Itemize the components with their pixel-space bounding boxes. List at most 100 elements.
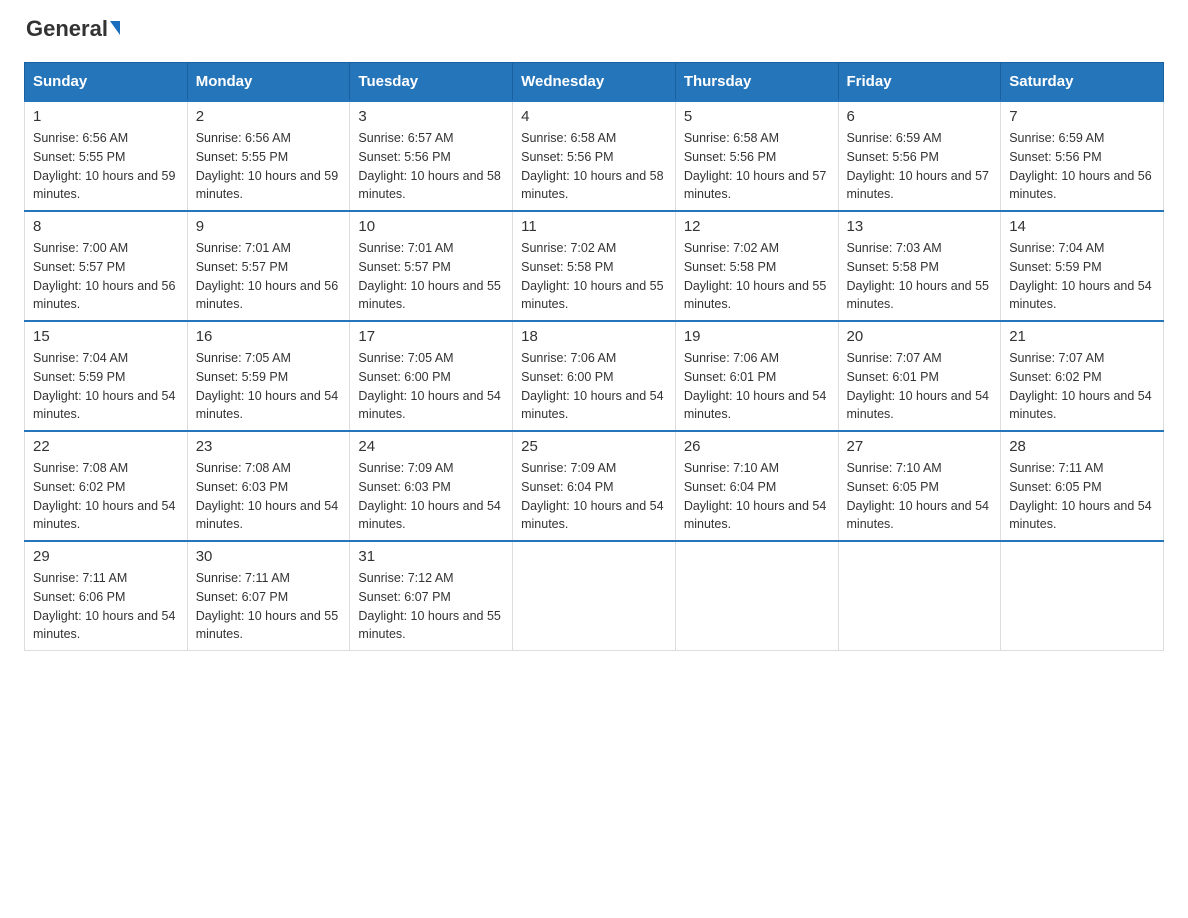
sunset-label: Sunset: 5:58 PM: [847, 260, 939, 274]
sunrise-label: Sunrise: 6:58 AM: [521, 131, 616, 145]
weekday-header-tuesday: Tuesday: [350, 63, 513, 102]
sunrise-label: Sunrise: 7:04 AM: [33, 351, 128, 365]
day-info: Sunrise: 7:07 AM Sunset: 6:02 PM Dayligh…: [1009, 349, 1155, 424]
calendar-cell: [838, 541, 1001, 651]
sunset-label: Sunset: 5:56 PM: [521, 150, 613, 164]
day-number: 19: [684, 328, 830, 345]
daylight-label: Daylight: 10 hours and 56 minutes.: [33, 279, 175, 312]
sunrise-label: Sunrise: 7:11 AM: [196, 571, 290, 585]
daylight-label: Daylight: 10 hours and 55 minutes.: [358, 279, 500, 312]
day-number: 30: [196, 548, 342, 565]
daylight-label: Daylight: 10 hours and 54 minutes.: [358, 389, 500, 422]
sunset-label: Sunset: 6:07 PM: [196, 590, 288, 604]
daylight-label: Daylight: 10 hours and 54 minutes.: [196, 389, 338, 422]
weekday-header-saturday: Saturday: [1001, 63, 1164, 102]
logo-general-text2: General: [26, 16, 108, 42]
day-info: Sunrise: 7:06 AM Sunset: 6:00 PM Dayligh…: [521, 349, 667, 424]
calendar-week-3: 15 Sunrise: 7:04 AM Sunset: 5:59 PM Dayl…: [25, 321, 1164, 431]
sunrise-label: Sunrise: 7:08 AM: [33, 461, 128, 475]
day-number: 11: [521, 218, 667, 235]
daylight-label: Daylight: 10 hours and 55 minutes.: [358, 609, 500, 642]
day-info: Sunrise: 7:02 AM Sunset: 5:58 PM Dayligh…: [684, 239, 830, 314]
daylight-label: Daylight: 10 hours and 54 minutes.: [1009, 279, 1151, 312]
day-info: Sunrise: 6:58 AM Sunset: 5:56 PM Dayligh…: [521, 129, 667, 204]
sunset-label: Sunset: 5:56 PM: [1009, 150, 1101, 164]
day-number: 5: [684, 108, 830, 125]
calendar-cell: 25 Sunrise: 7:09 AM Sunset: 6:04 PM Dayl…: [513, 431, 676, 541]
daylight-label: Daylight: 10 hours and 55 minutes.: [684, 279, 826, 312]
weekday-header-sunday: Sunday: [25, 63, 188, 102]
sunrise-label: Sunrise: 7:11 AM: [1009, 461, 1103, 475]
day-number: 26: [684, 438, 830, 455]
day-info: Sunrise: 7:01 AM Sunset: 5:57 PM Dayligh…: [358, 239, 504, 314]
day-info: Sunrise: 7:11 AM Sunset: 6:06 PM Dayligh…: [33, 569, 179, 644]
calendar-header-row: SundayMondayTuesdayWednesdayThursdayFrid…: [25, 63, 1164, 102]
calendar-table: SundayMondayTuesdayWednesdayThursdayFrid…: [24, 62, 1164, 651]
daylight-label: Daylight: 10 hours and 58 minutes.: [358, 169, 500, 202]
weekday-header-wednesday: Wednesday: [513, 63, 676, 102]
day-number: 2: [196, 108, 342, 125]
sunrise-label: Sunrise: 7:06 AM: [684, 351, 779, 365]
day-number: 10: [358, 218, 504, 235]
day-info: Sunrise: 7:10 AM Sunset: 6:05 PM Dayligh…: [847, 459, 993, 534]
day-info: Sunrise: 7:09 AM Sunset: 6:03 PM Dayligh…: [358, 459, 504, 534]
day-number: 29: [33, 548, 179, 565]
day-number: 6: [847, 108, 993, 125]
sunrise-label: Sunrise: 7:10 AM: [684, 461, 779, 475]
day-number: 8: [33, 218, 179, 235]
day-number: 25: [521, 438, 667, 455]
sunset-label: Sunset: 6:02 PM: [33, 480, 125, 494]
daylight-label: Daylight: 10 hours and 55 minutes.: [847, 279, 989, 312]
sunrise-label: Sunrise: 7:00 AM: [33, 241, 128, 255]
day-number: 12: [684, 218, 830, 235]
sunset-label: Sunset: 6:04 PM: [521, 480, 613, 494]
sunset-label: Sunset: 6:00 PM: [521, 370, 613, 384]
sunrise-label: Sunrise: 7:08 AM: [196, 461, 291, 475]
sunset-label: Sunset: 5:55 PM: [33, 150, 125, 164]
day-info: Sunrise: 7:06 AM Sunset: 6:01 PM Dayligh…: [684, 349, 830, 424]
sunset-label: Sunset: 6:06 PM: [33, 590, 125, 604]
calendar-cell: 6 Sunrise: 6:59 AM Sunset: 5:56 PM Dayli…: [838, 101, 1001, 211]
daylight-label: Daylight: 10 hours and 54 minutes.: [1009, 499, 1151, 532]
daylight-label: Daylight: 10 hours and 54 minutes.: [847, 499, 989, 532]
day-info: Sunrise: 6:59 AM Sunset: 5:56 PM Dayligh…: [847, 129, 993, 204]
calendar-cell: 30 Sunrise: 7:11 AM Sunset: 6:07 PM Dayl…: [187, 541, 350, 651]
daylight-label: Daylight: 10 hours and 54 minutes.: [196, 499, 338, 532]
calendar-cell: 28 Sunrise: 7:11 AM Sunset: 6:05 PM Dayl…: [1001, 431, 1164, 541]
day-number: 9: [196, 218, 342, 235]
daylight-label: Daylight: 10 hours and 54 minutes.: [684, 499, 826, 532]
sunrise-label: Sunrise: 7:10 AM: [847, 461, 942, 475]
day-number: 18: [521, 328, 667, 345]
sunrise-label: Sunrise: 7:09 AM: [521, 461, 616, 475]
day-info: Sunrise: 6:56 AM Sunset: 5:55 PM Dayligh…: [33, 129, 179, 204]
sunrise-label: Sunrise: 7:04 AM: [1009, 241, 1104, 255]
daylight-label: Daylight: 10 hours and 56 minutes.: [196, 279, 338, 312]
day-number: 13: [847, 218, 993, 235]
day-info: Sunrise: 7:11 AM Sunset: 6:07 PM Dayligh…: [196, 569, 342, 644]
day-info: Sunrise: 7:02 AM Sunset: 5:58 PM Dayligh…: [521, 239, 667, 314]
daylight-label: Daylight: 10 hours and 54 minutes.: [33, 499, 175, 532]
sunrise-label: Sunrise: 6:59 AM: [1009, 131, 1104, 145]
calendar-cell: 27 Sunrise: 7:10 AM Sunset: 6:05 PM Dayl…: [838, 431, 1001, 541]
weekday-header-friday: Friday: [838, 63, 1001, 102]
sunset-label: Sunset: 6:04 PM: [684, 480, 776, 494]
calendar-cell: [675, 541, 838, 651]
calendar-cell: [1001, 541, 1164, 651]
calendar-cell: 15 Sunrise: 7:04 AM Sunset: 5:59 PM Dayl…: [25, 321, 188, 431]
calendar-week-4: 22 Sunrise: 7:08 AM Sunset: 6:02 PM Dayl…: [25, 431, 1164, 541]
day-number: 17: [358, 328, 504, 345]
sunrise-label: Sunrise: 7:05 AM: [358, 351, 453, 365]
page-header: General: [24, 24, 1164, 42]
day-info: Sunrise: 7:03 AM Sunset: 5:58 PM Dayligh…: [847, 239, 993, 314]
calendar-cell: 17 Sunrise: 7:05 AM Sunset: 6:00 PM Dayl…: [350, 321, 513, 431]
day-info: Sunrise: 7:12 AM Sunset: 6:07 PM Dayligh…: [358, 569, 504, 644]
day-info: Sunrise: 7:05 AM Sunset: 6:00 PM Dayligh…: [358, 349, 504, 424]
daylight-label: Daylight: 10 hours and 59 minutes.: [33, 169, 175, 202]
sunset-label: Sunset: 5:57 PM: [358, 260, 450, 274]
sunrise-label: Sunrise: 6:56 AM: [33, 131, 128, 145]
day-info: Sunrise: 6:59 AM Sunset: 5:56 PM Dayligh…: [1009, 129, 1155, 204]
day-number: 14: [1009, 218, 1155, 235]
day-number: 3: [358, 108, 504, 125]
day-info: Sunrise: 7:00 AM Sunset: 5:57 PM Dayligh…: [33, 239, 179, 314]
day-number: 23: [196, 438, 342, 455]
